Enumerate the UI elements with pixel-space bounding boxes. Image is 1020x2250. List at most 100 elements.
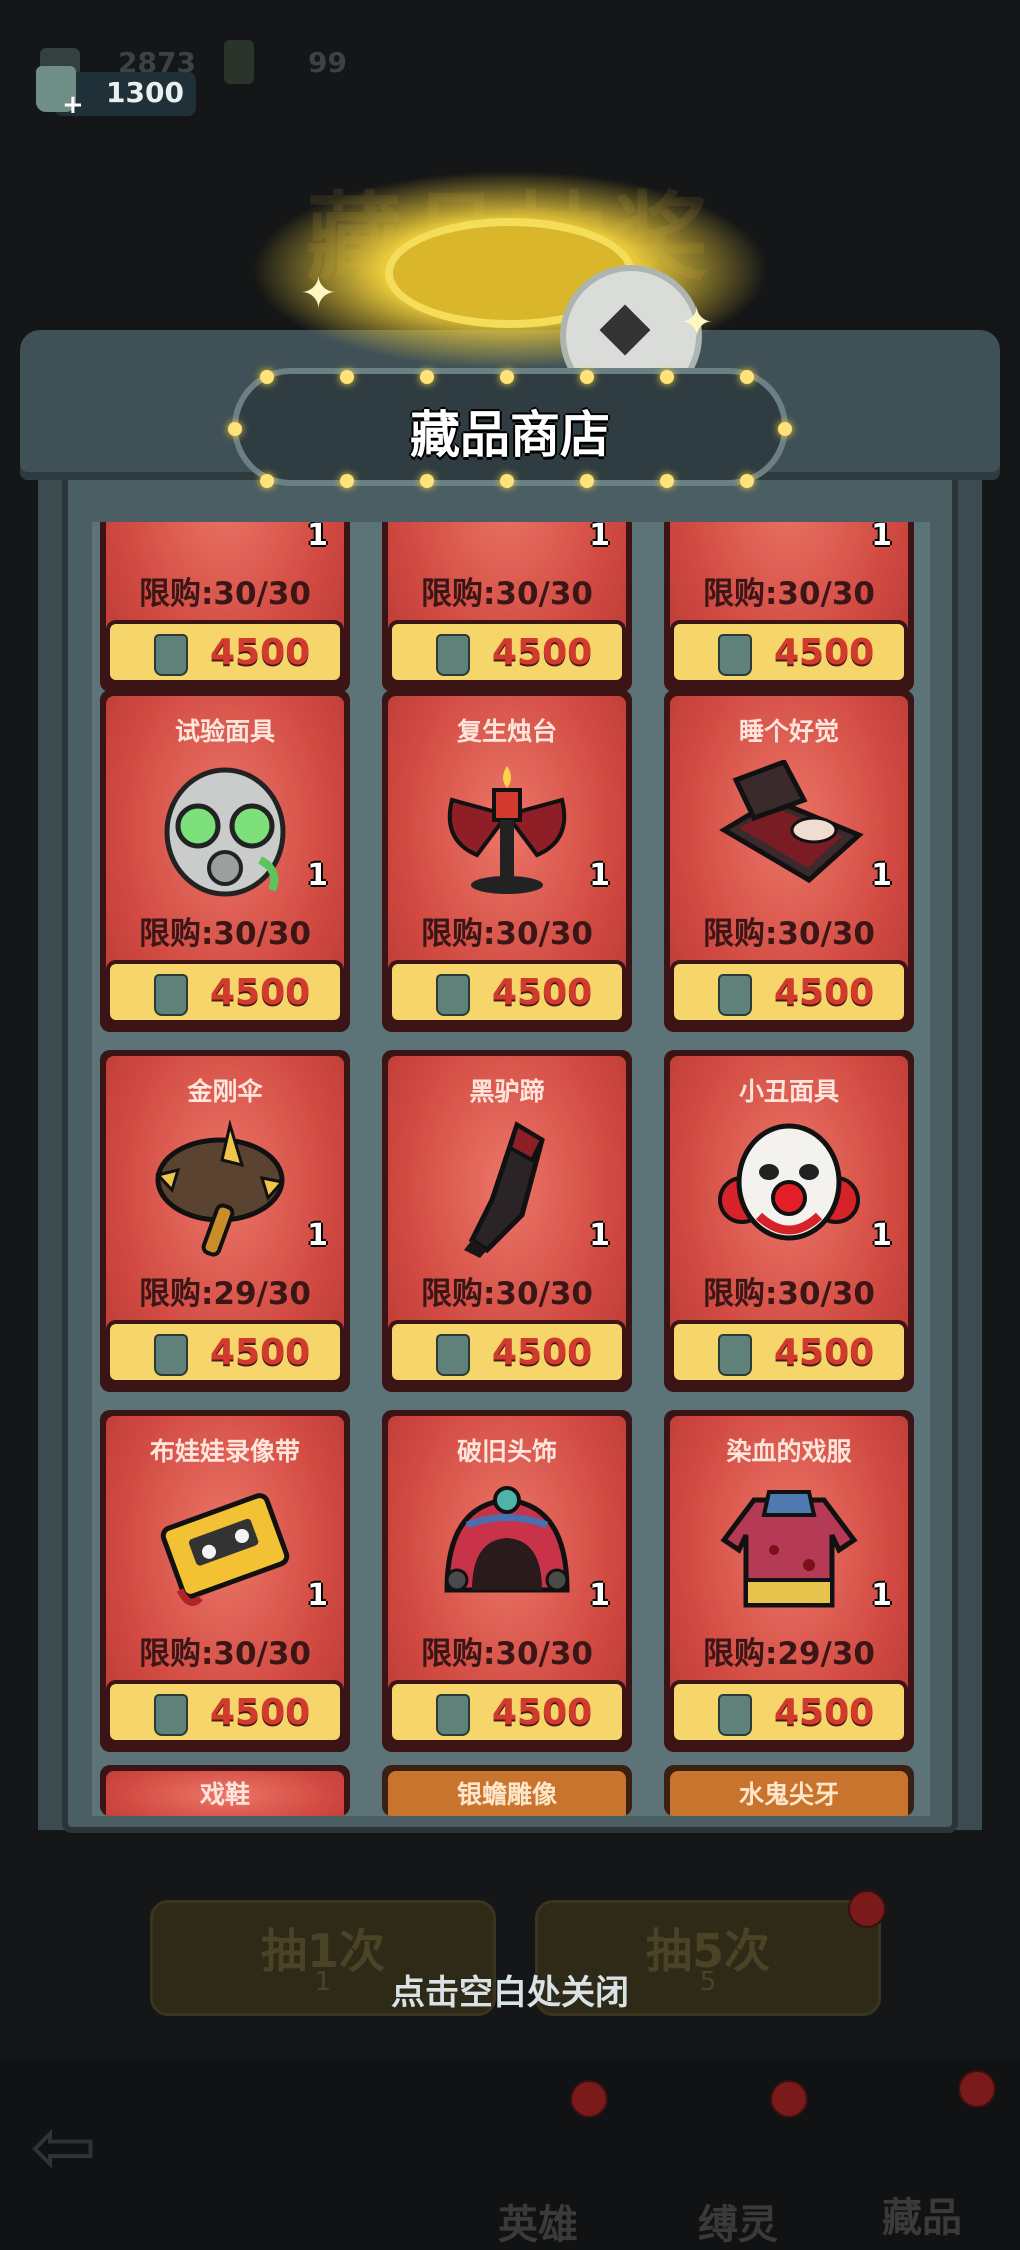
shop-grid[interactable]: 1 限购:30/30 4500 1 限购:30/30 4500 1 限购:30/… bbox=[92, 522, 930, 1816]
buy-button[interactable]: 4500 bbox=[670, 960, 908, 1024]
shop-card[interactable]: 1 限购:30/30 4500 bbox=[382, 522, 632, 692]
headdress-icon bbox=[444, 1486, 570, 1593]
price: 4500 bbox=[774, 1332, 875, 1373]
shop-card[interactable]: 染血的戏服 1 限购:29/30 4500 bbox=[664, 1410, 914, 1752]
light-bulb bbox=[660, 474, 674, 488]
candlestick-icon bbox=[447, 766, 567, 894]
purchase-limit: 限购:29/30 bbox=[703, 1636, 875, 1672]
shop-card[interactable]: 布娃娃录像带 1 限购:30/30 4500 bbox=[100, 1410, 350, 1752]
collectible-token-icon bbox=[154, 974, 188, 1016]
item-count: 1 bbox=[589, 522, 610, 553]
collectible-token-icon bbox=[718, 974, 752, 1016]
nav-label: 藏品 bbox=[882, 2195, 962, 2241]
shop-card[interactable]: 试验面具 1 限购:30/30 4500 bbox=[100, 690, 350, 1032]
currency-amount: 99 bbox=[308, 46, 347, 79]
buy-button[interactable]: 4500 bbox=[670, 620, 908, 684]
shop-card[interactable]: 破旧头饰 1 限购:30/30 4500 bbox=[382, 1410, 632, 1752]
buy-button[interactable]: 4500 bbox=[106, 1320, 344, 1384]
light-bulb bbox=[500, 370, 514, 384]
shop-card[interactable]: 1 限购:30/30 4500 bbox=[664, 522, 914, 692]
item-name: 染血的戏服 bbox=[726, 1437, 852, 1466]
plus-icon[interactable]: + bbox=[62, 90, 84, 120]
item-name: 金刚伞 bbox=[187, 1077, 263, 1106]
collectible-token-icon bbox=[436, 1694, 470, 1736]
item-count: 1 bbox=[589, 1578, 610, 1613]
shop-card[interactable]: 水鬼尖牙 bbox=[664, 1765, 914, 1816]
sparkle-icon: ✦ bbox=[300, 268, 337, 319]
buy-button[interactable]: 4500 bbox=[388, 960, 626, 1024]
shop-card[interactable]: 睡个好觉 1 限购:30/30 4500 bbox=[664, 690, 914, 1032]
cassette-tape-icon bbox=[160, 1493, 290, 1606]
spiked-umbrella-icon bbox=[155, 1120, 285, 1257]
collectible-token-icon bbox=[718, 634, 752, 676]
purchase-limit: 限购:30/30 bbox=[703, 1276, 875, 1312]
costume-icon bbox=[720, 1490, 858, 1608]
shop-card[interactable]: 金刚伞 1 限购:29/30 4500 bbox=[100, 1050, 350, 1392]
buy-button[interactable]: 4500 bbox=[670, 1680, 908, 1744]
purchase-limit: 限购:30/30 bbox=[421, 1636, 593, 1672]
item-name: 试验面具 bbox=[174, 717, 275, 746]
purchase-limit: 限购:30/30 bbox=[139, 1636, 311, 1672]
item-name: 银蟾雕像 bbox=[456, 1780, 557, 1809]
collectible-token-icon bbox=[718, 1334, 752, 1376]
buy-button[interactable]: 4500 bbox=[388, 1680, 626, 1744]
item-count: 1 bbox=[871, 522, 892, 553]
price: 4500 bbox=[774, 1692, 875, 1733]
light-bulb bbox=[260, 474, 274, 488]
shop-card[interactable]: 黑驴蹄 1 限购:30/30 4500 bbox=[382, 1050, 632, 1392]
item-count: 1 bbox=[307, 522, 328, 553]
item-name: 水鬼尖牙 bbox=[738, 1780, 839, 1809]
buy-button[interactable]: 4500 bbox=[670, 1320, 908, 1384]
shop-card[interactable]: 复生烛台 1 限购:30/30 4500 bbox=[382, 690, 632, 1032]
shop-card[interactable]: 戏鞋 bbox=[100, 1765, 350, 1816]
price: 4500 bbox=[774, 632, 875, 673]
clown-mask-icon bbox=[718, 1123, 860, 1241]
item-name: 小丑面具 bbox=[738, 1077, 839, 1106]
buy-button[interactable]: 4500 bbox=[106, 620, 344, 684]
sparkle-icon: ✦ bbox=[680, 300, 714, 346]
buy-button[interactable]: 4500 bbox=[388, 1320, 626, 1384]
price: 4500 bbox=[492, 972, 593, 1013]
back-arrow-icon[interactable]: ⇦ bbox=[30, 2100, 97, 2193]
item-count: 1 bbox=[871, 1578, 892, 1613]
notification-dot bbox=[770, 2080, 808, 2118]
shop-card[interactable]: 1 限购:30/30 4500 bbox=[100, 522, 350, 692]
item-count: 1 bbox=[307, 858, 328, 893]
item-count: 1 bbox=[307, 1578, 328, 1613]
buy-button[interactable]: 4500 bbox=[388, 620, 626, 684]
coffin-icon bbox=[719, 760, 864, 884]
light-bulb bbox=[340, 474, 354, 488]
shop-card[interactable]: 小丑面具 1 限购:30/30 4500 bbox=[664, 1050, 914, 1392]
currency-amount: 1300 bbox=[106, 76, 184, 109]
nav-item-spirit[interactable]: 缚灵 bbox=[680, 2070, 810, 2250]
price: 4500 bbox=[492, 1332, 593, 1373]
purchase-limit: 限购:29/30 bbox=[139, 1276, 311, 1312]
purchase-limit: 限购:30/30 bbox=[421, 1276, 593, 1312]
shop-card[interactable]: 银蟾雕像 bbox=[382, 1765, 632, 1816]
buy-button[interactable]: 4500 bbox=[106, 960, 344, 1024]
item-name: 复生烛台 bbox=[456, 717, 557, 746]
light-bulb bbox=[420, 370, 434, 384]
price: 4500 bbox=[210, 972, 311, 1013]
price: 4500 bbox=[210, 1332, 311, 1373]
item-count: 1 bbox=[589, 858, 610, 893]
light-bulb bbox=[580, 474, 594, 488]
purchase-limit: 限购:30/30 bbox=[139, 576, 311, 612]
bottom-nav: ⇦ 英雄 缚灵 藏品 bbox=[0, 2060, 1020, 2250]
collectible-token-icon bbox=[436, 974, 470, 1016]
item-name: 黑驴蹄 bbox=[469, 1077, 545, 1106]
nav-item-collection[interactable]: 藏品 bbox=[860, 2060, 1010, 2250]
collectible-token-icon bbox=[154, 1334, 188, 1376]
price: 4500 bbox=[492, 1692, 593, 1733]
item-count: 1 bbox=[307, 1218, 328, 1253]
purchase-limit: 限购:30/30 bbox=[421, 576, 593, 612]
light-bulb bbox=[580, 370, 594, 384]
nav-item-hero[interactable]: 英雄 bbox=[480, 2070, 610, 2250]
item-count: 1 bbox=[871, 858, 892, 893]
buy-button[interactable]: 4500 bbox=[106, 1680, 344, 1744]
key-icon bbox=[224, 40, 254, 84]
close-hint[interactable]: 点击空白处关闭 bbox=[0, 1965, 1020, 2014]
light-bulb bbox=[740, 370, 754, 384]
item-name: 布娃娃录像带 bbox=[149, 1437, 300, 1466]
donkey-hoof-icon bbox=[464, 1121, 545, 1258]
